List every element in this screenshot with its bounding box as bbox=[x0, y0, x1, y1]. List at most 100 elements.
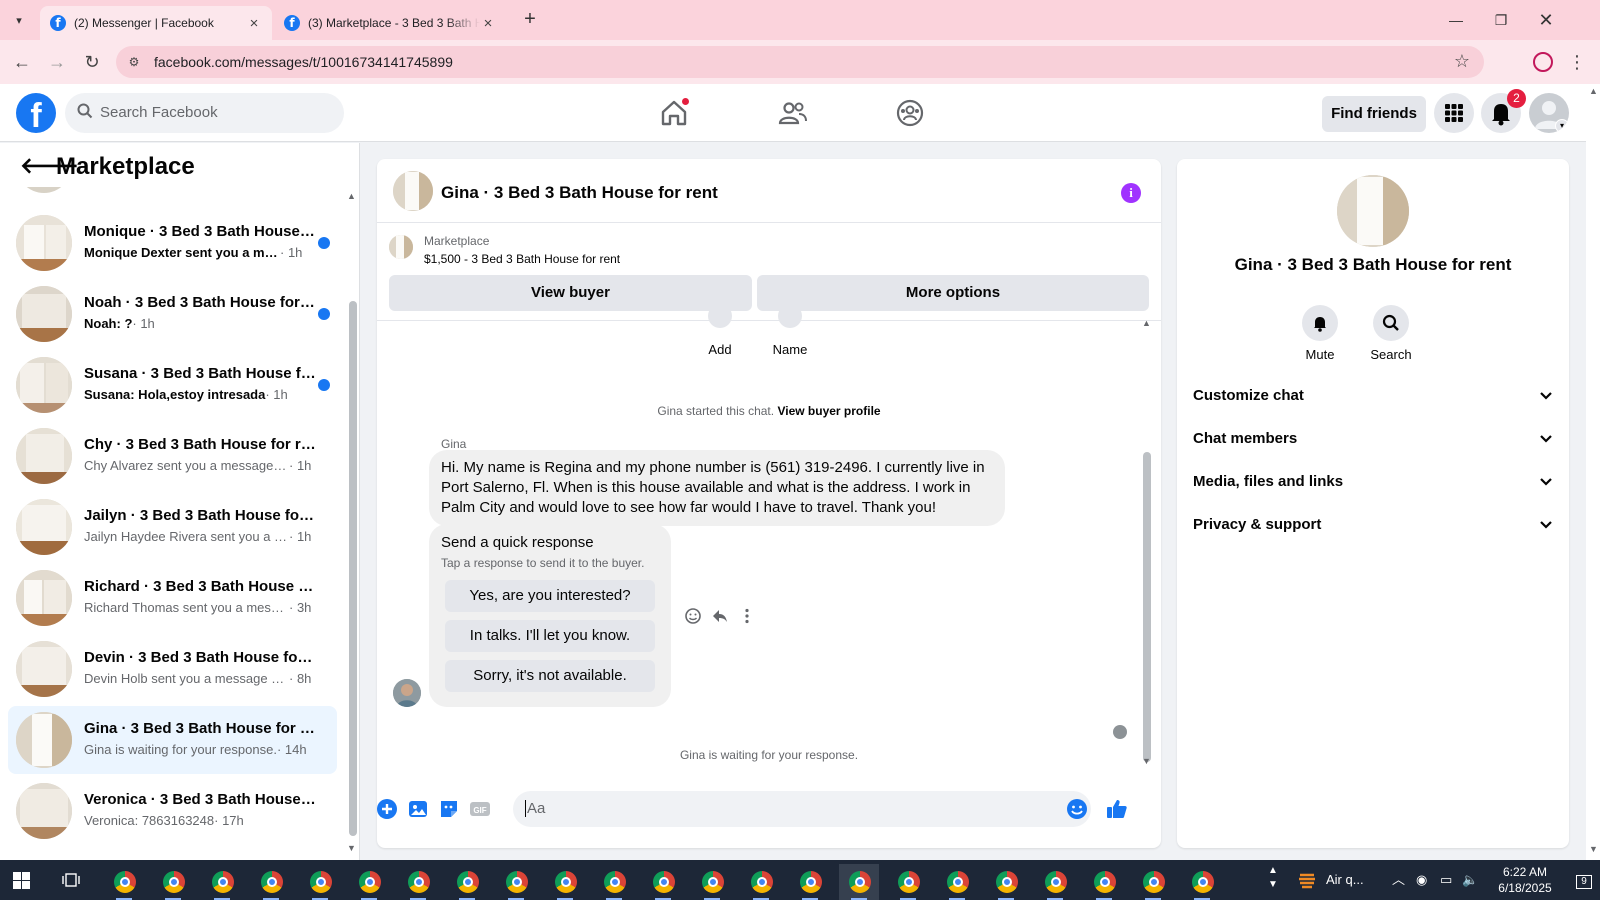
tab-search-button[interactable]: ▾ bbox=[8, 10, 30, 32]
conversation-item-chy[interactable]: Chy · 3 Bed 3 Bath House for rent Chy Al… bbox=[8, 422, 337, 490]
chrome-taskbar-app[interactable] bbox=[496, 864, 536, 900]
privacy-support-section[interactable]: Privacy & support bbox=[1193, 504, 1553, 548]
chat-info-avatar[interactable] bbox=[1337, 175, 1409, 247]
quick-response-in-talks-button[interactable]: In talks. I'll let you know. bbox=[445, 620, 655, 652]
chrome-taskbar-app[interactable] bbox=[398, 864, 438, 900]
menu-button[interactable] bbox=[1434, 93, 1474, 133]
chrome-taskbar-app[interactable] bbox=[1084, 864, 1124, 900]
chrome-taskbar-app[interactable] bbox=[790, 864, 830, 900]
chrome-taskbar-app[interactable] bbox=[104, 864, 144, 900]
minimize-button[interactable]: — bbox=[1443, 8, 1469, 32]
chrome-taskbar-app[interactable] bbox=[349, 864, 389, 900]
search-in-chat-action[interactable]: Search bbox=[1361, 305, 1421, 362]
bookmark-star-icon[interactable]: ☆ bbox=[1454, 51, 1470, 72]
chrome-taskbar-app[interactable] bbox=[937, 864, 977, 900]
conversation-item-susana[interactable]: Susana · 3 Bed 3 Bath House for rent Sus… bbox=[8, 351, 337, 419]
taskbar-clock[interactable]: 6:22 AM 6/18/2025 bbox=[1485, 864, 1565, 896]
restore-button[interactable]: ❐ bbox=[1488, 8, 1514, 32]
conversation-item-jailyn[interactable]: Jailyn · 3 Bed 3 Bath House for rent Jai… bbox=[8, 493, 337, 561]
message-input[interactable]: Aa bbox=[513, 791, 1091, 827]
chat-title[interactable]: Gina · 3 Bed 3 Bath House for rent bbox=[441, 183, 718, 203]
notification-center-button[interactable]: 9 bbox=[1572, 860, 1596, 900]
chrome-taskbar-app[interactable] bbox=[888, 864, 928, 900]
chrome-taskbar-app[interactable] bbox=[545, 864, 585, 900]
close-tab-icon[interactable]: × bbox=[480, 15, 496, 32]
chat-avatar[interactable] bbox=[393, 171, 433, 211]
conversation-item-veronica[interactable]: Veronica · 3 Bed 3 Bath House for rent V… bbox=[8, 777, 337, 845]
more-options-button[interactable]: More options bbox=[757, 275, 1149, 311]
page-scrollbar[interactable]: ▲ ▼ bbox=[1586, 84, 1600, 860]
plus-circle-icon[interactable] bbox=[377, 797, 399, 821]
facebook-search-input[interactable]: Search Facebook bbox=[65, 93, 344, 133]
reload-button[interactable]: ↻ bbox=[80, 50, 104, 74]
browser-tab-messenger[interactable]: f (2) Messenger | Facebook × bbox=[40, 6, 272, 40]
taskbar-overflow-arrows[interactable]: ▲ ▼ bbox=[1268, 864, 1278, 900]
scroll-down-arrow-icon[interactable]: ▼ bbox=[347, 843, 356, 853]
photo-icon[interactable] bbox=[406, 797, 430, 821]
chrome-taskbar-app[interactable] bbox=[251, 864, 291, 900]
conversation-item-gina[interactable]: Gina · 3 Bed 3 Bath House for rent Gina … bbox=[8, 706, 337, 774]
conversation-item-devin[interactable]: Devin · 3 Bed 3 Bath House for rent Devi… bbox=[8, 635, 337, 703]
chrome-taskbar-app[interactable] bbox=[986, 864, 1026, 900]
site-info-icon[interactable]: ⚙ bbox=[126, 54, 142, 70]
scroll-up-arrow-icon[interactable]: ▲ bbox=[1589, 86, 1598, 96]
network-icon[interactable]: ▭ bbox=[1440, 860, 1452, 900]
customize-chat-section[interactable]: Customize chat bbox=[1193, 375, 1553, 419]
browser-profile-icon[interactable] bbox=[1533, 52, 1553, 72]
scroll-down-arrow-icon[interactable]: ▼ bbox=[1142, 756, 1151, 766]
chrome-taskbar-app[interactable] bbox=[1035, 864, 1075, 900]
chrome-taskbar-app[interactable] bbox=[1133, 864, 1173, 900]
reply-icon[interactable] bbox=[711, 607, 729, 625]
new-tab-button[interactable]: + bbox=[518, 8, 542, 32]
quick-response-yes-button[interactable]: Yes, are you interested? bbox=[445, 580, 655, 612]
chrome-taskbar-app[interactable] bbox=[643, 864, 683, 900]
quick-response-not-available-button[interactable]: Sorry, it's not available. bbox=[445, 660, 655, 692]
chat-scrollbar[interactable] bbox=[1143, 332, 1151, 772]
react-emoji-icon[interactable] bbox=[684, 607, 702, 625]
conversation-item-monique[interactable]: Monique · 3 Bed 3 Bath House for rent Mo… bbox=[8, 209, 337, 277]
account-avatar[interactable]: ▾ bbox=[1529, 93, 1569, 133]
chrome-taskbar-app[interactable] bbox=[300, 864, 340, 900]
chrome-taskbar-app[interactable] bbox=[1182, 864, 1222, 900]
volume-icon[interactable]: 🔈 bbox=[1462, 860, 1478, 900]
sidebar-scrollbar[interactable] bbox=[349, 191, 357, 836]
listing-thumbnail[interactable] bbox=[389, 235, 413, 259]
browser-menu-icon[interactable]: ⋮ bbox=[1568, 52, 1586, 72]
close-tab-icon[interactable]: × bbox=[246, 15, 262, 32]
sticker-icon[interactable] bbox=[437, 797, 461, 821]
info-icon[interactable]: i bbox=[1121, 183, 1141, 203]
conversation-item-richard[interactable]: Richard · 3 Bed 3 Bath House for rent Ri… bbox=[8, 564, 337, 632]
media-files-links-section[interactable]: Media, files and links bbox=[1193, 461, 1553, 505]
friends-icon[interactable] bbox=[777, 97, 809, 129]
forward-button[interactable]: → bbox=[45, 50, 69, 74]
scrollbar-thumb[interactable] bbox=[1143, 452, 1151, 762]
back-button[interactable]: ← bbox=[10, 50, 34, 74]
more-vertical-icon[interactable] bbox=[738, 607, 756, 625]
sender-avatar[interactable] bbox=[393, 679, 421, 707]
mute-action[interactable]: Mute bbox=[1290, 305, 1350, 362]
find-friends-button[interactable]: Find friends bbox=[1322, 96, 1426, 132]
show-hidden-icons[interactable]: ︿ bbox=[1392, 860, 1405, 900]
url-text[interactable]: facebook.com/messages/t/1001673414174589… bbox=[154, 54, 453, 70]
chrome-taskbar-app[interactable] bbox=[202, 864, 242, 900]
address-bar[interactable]: ⚙ facebook.com/messages/t/10016734141745… bbox=[116, 46, 1484, 78]
chrome-taskbar-app[interactable] bbox=[741, 864, 781, 900]
emoji-icon[interactable] bbox=[1065, 797, 1089, 821]
weather-widget[interactable]: Air q... bbox=[1296, 860, 1364, 900]
windows-start-icon[interactable] bbox=[13, 872, 30, 889]
chrome-taskbar-app[interactable] bbox=[594, 864, 634, 900]
facebook-logo[interactable]: f bbox=[16, 93, 56, 133]
view-buyer-button[interactable]: View buyer bbox=[389, 275, 752, 311]
browser-tab-marketplace[interactable]: f (3) Marketplace - 3 Bed 3 Bath House f… bbox=[274, 6, 506, 40]
task-view-icon[interactable] bbox=[62, 871, 80, 889]
chrome-taskbar-app-active[interactable] bbox=[839, 864, 879, 900]
chat-members-section[interactable]: Chat members bbox=[1193, 418, 1553, 462]
chrome-taskbar-app[interactable] bbox=[153, 864, 193, 900]
scrollbar-thumb[interactable] bbox=[349, 301, 357, 836]
groups-icon[interactable] bbox=[894, 97, 926, 129]
close-window-button[interactable]: ✕ bbox=[1533, 8, 1559, 32]
camera-tray-icon[interactable]: ◉ bbox=[1416, 860, 1427, 900]
chrome-taskbar-app[interactable] bbox=[447, 864, 487, 900]
incoming-message-bubble[interactable]: Hi. My name is Regina and my phone numbe… bbox=[429, 450, 1005, 526]
listing-price-title[interactable]: $1,500 - 3 Bed 3 Bath House for rent bbox=[424, 252, 620, 266]
